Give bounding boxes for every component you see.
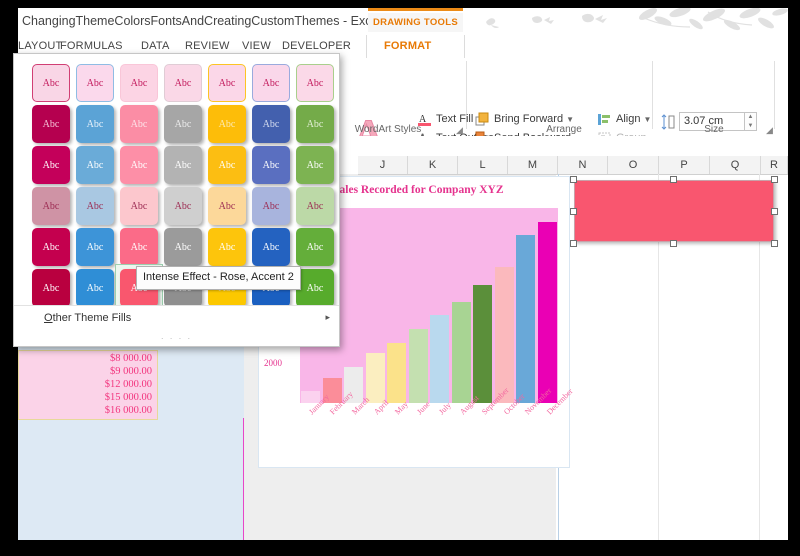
gallery-tile-soft-effect-6[interactable]: Abc [296,187,334,225]
gallery-tile-moderate-effect-3[interactable]: Abc [164,228,202,266]
gallery-tile-solid-fill-4[interactable]: Abc [208,105,246,143]
gallery-tile-moderate-effect-5[interactable]: Abc [252,228,290,266]
gallery-tile-moderate-effect-1[interactable]: Abc [76,228,114,266]
gallery-tile-gradient-fill-5[interactable]: Abc [252,146,290,184]
gallery-tile-moderate-effect-6[interactable]: Abc [296,228,334,266]
gallery-tile-solid-fill-1[interactable]: Abc [76,105,114,143]
column-header-N[interactable]: N [558,156,608,174]
highlighted-cell-range[interactable]: $8 000.00 $9 000.00 $12 000.00 $15 000.0… [18,350,158,420]
chart-bar-september [473,285,493,403]
contextual-tab-group-label: DRAWING TOOLS [368,13,463,32]
chart-x-axis-labels: January February March April May June July Augu… [300,386,575,466]
cell-value: $8 000.00 [110,353,152,364]
gallery-tile-soft-effect-2[interactable]: Abc [120,187,158,225]
other-theme-fills-item[interactable]: Other Theme Fills [44,312,131,324]
chart-bar-may [387,342,407,403]
group-separator [774,61,775,129]
window-title: ChangingThemeColorsFontsAndCreatingCusto… [22,14,382,28]
gallery-tile-soft-effect-3[interactable]: Abc [164,187,202,225]
gallery-tile-subtle-fill-3[interactable]: Abc [164,64,202,102]
gallery-tile-subtle-fill-1[interactable]: Abc [76,64,114,102]
title-bar: ChangingThemeColorsFontsAndCreatingCusto… [18,8,788,38]
cell-value: $16 000.00 [104,405,152,416]
column-header-Q[interactable]: Q [710,156,761,174]
gallery-tile-subtle-fill-2[interactable]: Abc [120,64,158,102]
gallery-tile-subtle-fill-0[interactable]: Abc [32,64,70,102]
gallery-tile-gradient-fill-3[interactable]: Abc [164,146,202,184]
gallery-tile-soft-effect-0[interactable]: Abc [32,187,70,225]
gallery-tile-moderate-effect-4[interactable]: Abc [208,228,246,266]
size-dialog-launcher[interactable]: ◢ [766,125,775,135]
gallery-tile-soft-effect-4[interactable]: Abc [208,187,246,225]
gallery-tile-subtle-fill-5[interactable]: Abc [252,64,290,102]
gallery-tile-solid-fill-3[interactable]: Abc [164,105,202,143]
tab-format[interactable]: FORMAT [384,35,432,58]
chevron-down-icon: ▼ [643,115,652,124]
chart-bar-august [451,301,471,403]
resize-handle-bottom-right[interactable] [771,240,778,247]
gallery-footer: Other Theme Fills ▸ · · · · [14,305,339,346]
selected-shape[interactable] [570,176,778,247]
chart-bar-october [494,266,514,403]
gallery-tile-gradient-fill-1[interactable]: Abc [76,146,114,184]
chart-bar-july [430,315,450,403]
column-header-K[interactable]: K [408,156,458,174]
column-header-J[interactable]: J [358,156,408,174]
column-header-R[interactable]: R [761,156,788,174]
resize-handle-bottom-center[interactable] [670,240,677,247]
chart-bar-june [408,328,428,403]
wordart-styles-dialog-launcher[interactable]: ◢ [456,125,465,135]
column-header-L[interactable]: L [458,156,508,174]
gallery-tile-subtle-fill-6[interactable]: Abc [296,64,334,102]
screenshot-root: ChangingThemeColorsFontsAndCreatingCusto… [0,0,800,556]
chart-bar-april [365,353,385,403]
shape-fill-gallery-dropdown[interactable]: Abc Abc Abc Abc Abc Abc Abc Abc Abc Abc Abc Abc Abc A… [13,53,340,347]
column-header-row: J K L M N O P Q R [358,156,788,175]
resize-handle-top-center[interactable] [670,176,677,183]
gallery-tile-intense-effect-1[interactable]: Abc [76,269,114,307]
cell-value: $12 000.00 [104,379,152,390]
column-header-O[interactable]: O [608,156,659,174]
gallery-tile-solid-fill-5[interactable]: Abc [252,105,290,143]
resize-handle-middle-left[interactable] [570,208,577,215]
gallery-tile-gradient-fill-4[interactable]: Abc [208,146,246,184]
gallery-tooltip: Intense Effect - Rose, Accent 2 [136,266,301,290]
contextual-tab-accent [368,8,463,11]
rose-rectangle-shape[interactable] [574,180,774,242]
gallery-tile-soft-effect-5[interactable]: Abc [252,187,290,225]
resize-handle-middle-right[interactable] [771,208,778,215]
group-label-size: Size [704,124,724,135]
gallery-tile-intense-effect-0[interactable]: Abc [32,269,70,307]
chart-bar-november [516,235,536,403]
other-theme-fills-label: ther Theme Fills [52,312,132,324]
resize-handle-top-right[interactable] [771,176,778,183]
submenu-chevron-icon[interactable]: ▸ [325,312,330,323]
gallery-tile-gradient-fill-6[interactable]: Abc [296,146,334,184]
gallery-tile-gradient-fill-0[interactable]: Abc [32,146,70,184]
group-label-arrange: Arrange [546,124,582,135]
column-header-P[interactable]: P [659,156,710,174]
cell-value: $15 000.00 [104,392,152,403]
gallery-tile-solid-fill-2[interactable]: Abc [120,105,158,143]
resize-handle-bottom-left[interactable] [570,240,577,247]
blue-filled-range [18,418,244,540]
gallery-tile-solid-fill-0[interactable]: Abc [32,105,70,143]
gallery-tile-gradient-fill-2[interactable]: Abc [120,146,158,184]
gallery-tile-subtle-fill-4[interactable]: Abc [208,64,246,102]
resize-handle-top-left[interactable] [570,176,577,183]
title-bar-decoration-icon [486,8,788,31]
gallery-tile-intense-effect-6[interactable]: Abc [296,269,334,307]
cell-value: $9 000.00 [110,366,152,377]
chart-bar-december [537,221,557,403]
gallery-tile-moderate-effect-2[interactable]: Abc [120,228,158,266]
gallery-tile-soft-effect-1[interactable]: Abc [76,187,114,225]
other-theme-fills-accesskey: O [44,312,53,324]
column-header-M[interactable]: M [508,156,558,174]
chevron-down-icon: ▼ [566,115,574,124]
gallery-resize-dots[interactable]: · · · · [14,334,339,343]
gallery-tile-solid-fill-6[interactable]: Abc [296,105,334,143]
y-axis-tick-label: 2000 [264,358,282,368]
gallery-tile-moderate-effect-0[interactable]: Abc [32,228,70,266]
